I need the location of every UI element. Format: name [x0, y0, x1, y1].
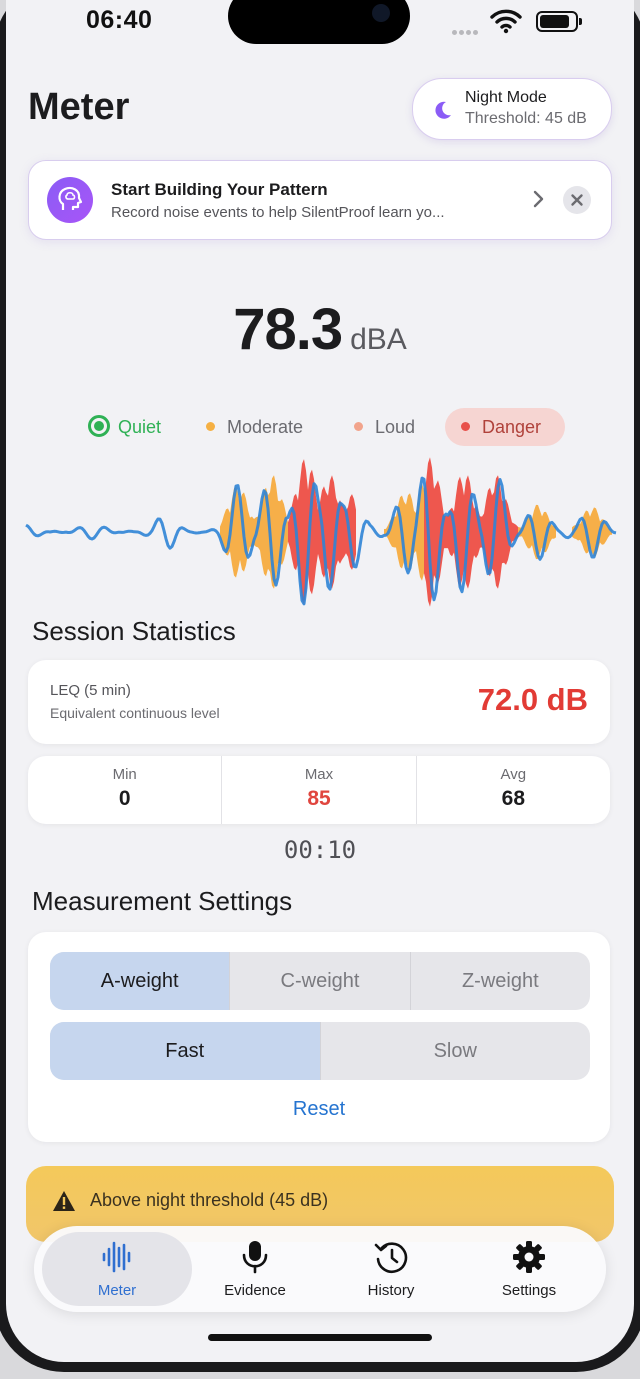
- leq-description: Equivalent continuous level: [50, 705, 220, 721]
- leq-value: 72.0 dB: [477, 682, 588, 717]
- waveform-icon: [102, 1241, 131, 1273]
- night-mode-button[interactable]: Night Mode Threshold: 45 dB: [412, 78, 612, 140]
- waveform-segment-5: [572, 507, 612, 557]
- cellular-signal-icon: [452, 22, 480, 40]
- tab-evidence-label: Evidence: [224, 1282, 286, 1299]
- tab-history[interactable]: History: [326, 1232, 456, 1306]
- level-danger: Danger: [445, 408, 565, 446]
- close-icon: [571, 194, 583, 206]
- measurement-settings-card: A-weight C-weight Z-weight Fast Slow Res…: [28, 932, 610, 1142]
- session-statistics-title: Session Statistics: [32, 616, 236, 646]
- level-loud: Loud: [354, 408, 415, 446]
- tab-bar: Meter Evidence History Settings: [34, 1226, 606, 1312]
- phone-frame: 06:40 Meter Night Mode Threshold: 45 dB: [0, 0, 640, 1379]
- home-indicator: [208, 1334, 432, 1341]
- response-slow-option[interactable]: Slow: [321, 1022, 591, 1080]
- weighting-c-option[interactable]: C-weight: [230, 952, 411, 1010]
- close-banner-button[interactable]: [563, 186, 591, 214]
- tab-meter[interactable]: Meter: [42, 1232, 192, 1306]
- banner-subtitle: Record noise events to help SilentProof …: [111, 204, 445, 221]
- live-waveform: [25, 457, 617, 607]
- stat-max: Max 85: [222, 756, 417, 824]
- pattern-banner[interactable]: Start Building Your Pattern Record noise…: [28, 160, 612, 240]
- tab-evidence[interactable]: Evidence: [190, 1232, 320, 1306]
- leq-card: LEQ (5 min) Equivalent continuous level …: [28, 660, 610, 744]
- tab-meter-label: Meter: [97, 1282, 137, 1299]
- response-segmented-control: Fast Slow: [50, 1022, 590, 1080]
- reading-unit: dBA: [350, 323, 407, 356]
- stat-avg: Avg 68: [500, 766, 527, 810]
- stat-min: Min 0: [28, 756, 223, 824]
- warning-text: Above night threshold (45 dB): [90, 1190, 329, 1210]
- battery-icon: [536, 11, 582, 32]
- moderate-dot-icon: [206, 421, 215, 431]
- weighting-z-option[interactable]: Z-weight: [411, 952, 590, 1010]
- level-moderate: Moderate: [206, 408, 303, 446]
- leq-label: LEQ (5 min): [50, 682, 131, 699]
- reading-value: 78.3: [233, 297, 343, 362]
- dynamic-island: [228, 0, 410, 44]
- gear-icon: [513, 1241, 545, 1273]
- night-mode-threshold: Threshold: 45 dB: [465, 110, 587, 127]
- weighting-segmented-control: A-weight C-weight Z-weight: [50, 952, 590, 1010]
- measurement-settings-title: Measurement Settings: [32, 886, 293, 916]
- danger-dot-icon: [461, 421, 470, 431]
- wifi-icon: [490, 8, 522, 39]
- level-legend: Quiet Moderate Loud Danger: [6, 408, 634, 446]
- level-quiet: Quiet: [88, 408, 161, 446]
- sound-level-reading: 78.3 dBA: [6, 296, 634, 363]
- banner-title: Start Building Your Pattern: [111, 180, 328, 199]
- head-brain-icon: [47, 177, 93, 223]
- warning-triangle-icon: [53, 1191, 75, 1211]
- loud-dot-icon: [354, 421, 363, 431]
- tab-settings[interactable]: Settings: [464, 1232, 594, 1306]
- weighting-a-option[interactable]: A-weight: [50, 952, 231, 1010]
- page-title: Meter: [28, 86, 130, 128]
- min-max-avg-card: Min 0 Max 85 Avg 68: [28, 756, 610, 824]
- tab-settings-label: Settings: [501, 1282, 557, 1299]
- tab-history-label: History: [367, 1282, 415, 1299]
- quiet-indicator-icon: [88, 415, 110, 438]
- moon-icon: [435, 101, 451, 119]
- session-timer: 00:10: [283, 836, 357, 864]
- app-screen: 06:40 Meter Night Mode Threshold: 45 dB: [6, 0, 634, 1362]
- history-clock-icon: [374, 1242, 408, 1274]
- reset-button[interactable]: Reset: [28, 1098, 610, 1121]
- camera-icon: [372, 4, 390, 22]
- response-fast-option[interactable]: Fast: [50, 1022, 321, 1080]
- status-time: 06:40: [86, 6, 153, 34]
- night-mode-title: Night Mode: [465, 89, 547, 106]
- microphone-icon: [242, 1241, 268, 1274]
- chevron-right-icon[interactable]: [532, 189, 546, 209]
